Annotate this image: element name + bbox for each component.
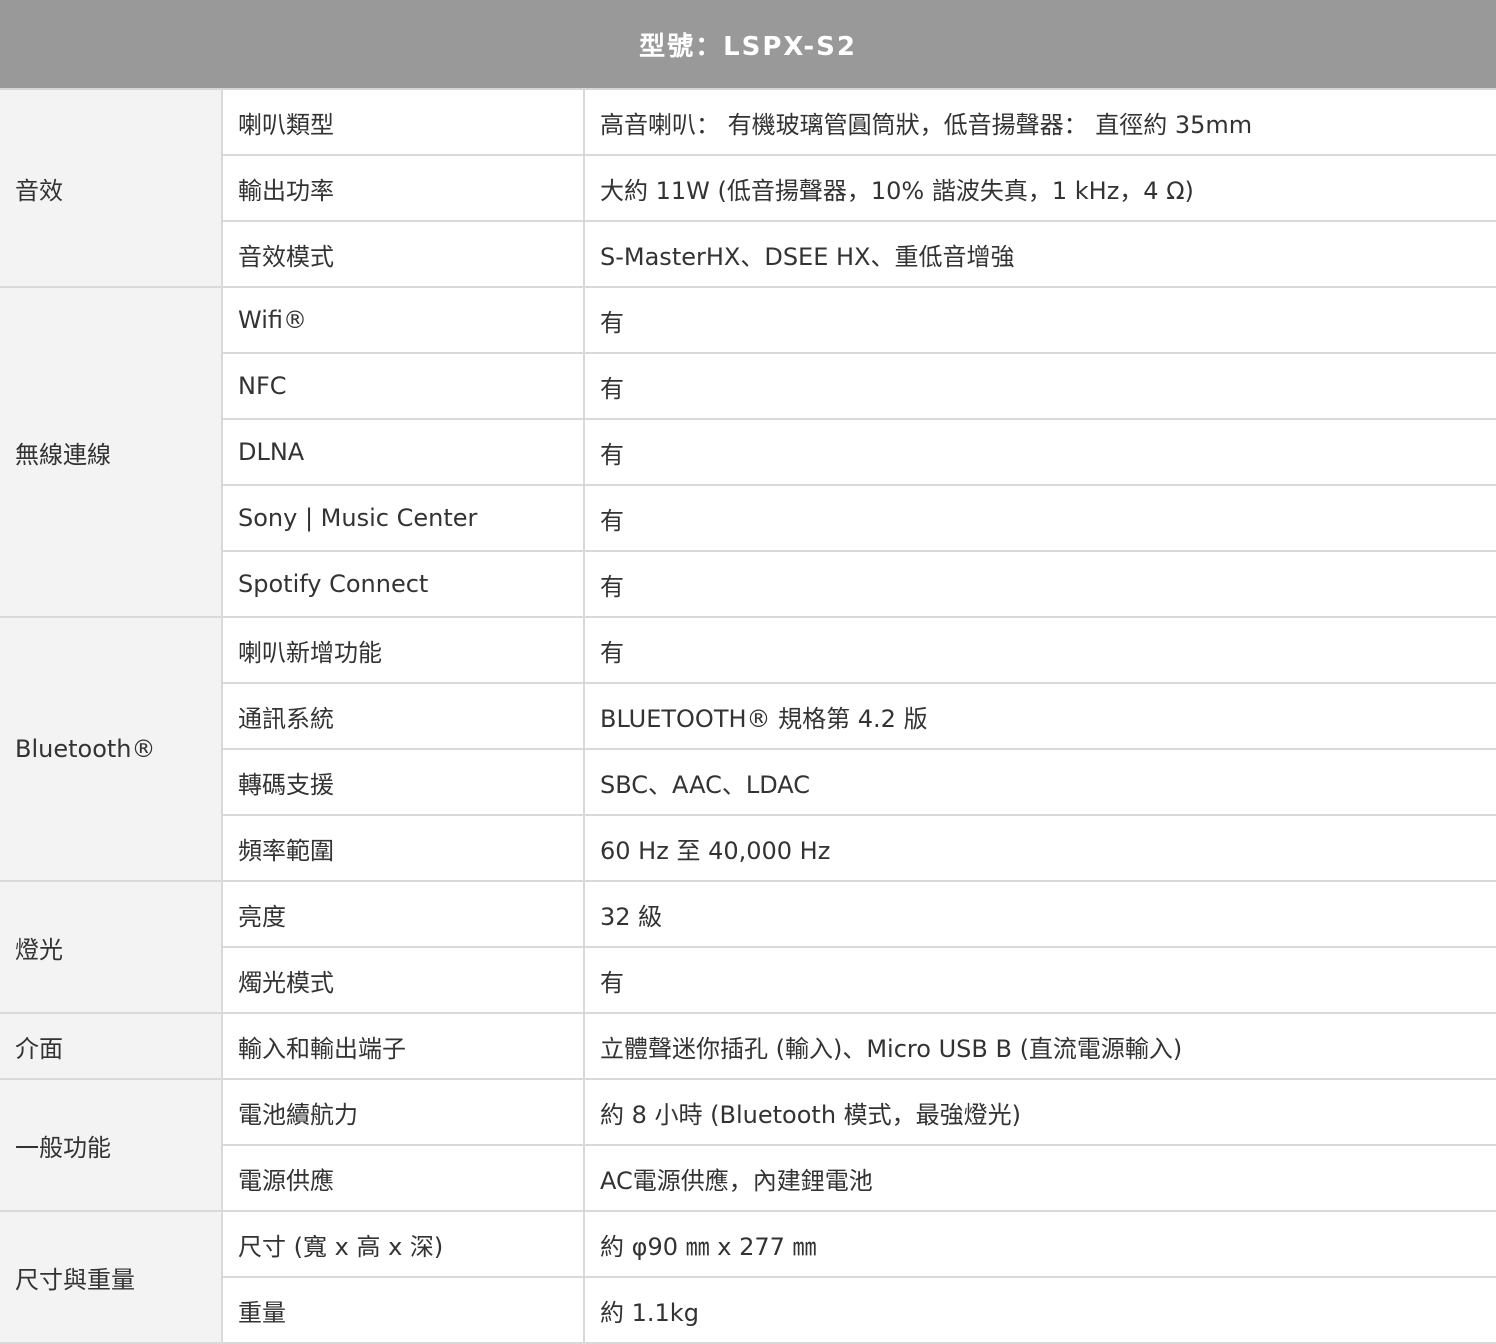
spec-item-label: 燭光模式 xyxy=(222,947,585,1014)
spec-item-label: 通訊系統 xyxy=(222,683,585,750)
spec-item-value: 有 xyxy=(584,617,1496,684)
spec-row: 一般功能 電池續航力約 8 小時 (Bluetooth 模式，最強燈光) xyxy=(0,1079,1496,1212)
spec-item-label: 轉碼支援 xyxy=(222,749,585,816)
spec-body: 音效 喇叭類型 高音喇叭： 有機玻璃管圓筒狀，低音揚聲器： 直徑約 35mm 輸出功率… xyxy=(0,89,1496,1344)
spec-item-value: S-MasterHX、DSEE HX、重低音增強 xyxy=(584,221,1496,288)
spec-row: 重量約 1.1kg xyxy=(0,1277,1496,1344)
spec-row: 音效 喇叭類型 高音喇叭： 有機玻璃管圓筒狀，低音揚聲器： 直徑約 35mm xyxy=(0,89,1496,288)
spec-item-label: 音效模式 xyxy=(222,221,585,288)
model-title: 型號：LSPX-S2 xyxy=(0,0,1496,90)
spec-item-label: Spotify Connect xyxy=(222,551,585,618)
spec-item-value: 有 xyxy=(584,485,1496,552)
spec-row: Sony | Music Center 有 xyxy=(0,485,1496,552)
spec-item-label: 亮度 xyxy=(222,881,585,948)
spec-item-label: 尺寸 (寬 x 高 x 深) xyxy=(222,1211,585,1278)
spec-item-label: 重量 xyxy=(222,1277,585,1344)
spec-item-label: 輸入和輸出端子 xyxy=(222,1013,585,1080)
spec-item-value: AC電源供應，內建鋰電池 xyxy=(584,1145,1496,1212)
spec-row: Bluetooth® 喇叭新增功能有 xyxy=(0,617,1496,882)
category-cell: 燈光 xyxy=(0,881,223,1014)
spec-row: DLNA 有 xyxy=(0,419,1496,486)
spec-item-label: 喇叭新增功能 xyxy=(222,617,585,684)
spec-header-row: 型號：LSPX-S2 xyxy=(0,0,1496,90)
category-cell: 一般功能 xyxy=(0,1079,223,1212)
spec-item-value: 高音喇叭： 有機玻璃管圓筒狀，低音揚聲器： 直徑約 35mm xyxy=(584,89,1496,156)
spec-item-value: SBC、AAC、LDAC xyxy=(584,749,1496,816)
spec-item-label: 輸出功率 xyxy=(222,155,585,222)
spec-item-value: 有 xyxy=(584,419,1496,486)
spec-row: 燭光模式有 xyxy=(0,947,1496,1014)
spec-item-value: 有 xyxy=(584,947,1496,1014)
spec-row: 無線連線 Wifi® 有 xyxy=(0,287,1496,618)
category-cell: 尺寸與重量 xyxy=(0,1211,223,1344)
spec-item-value: 約 φ90 ㎜ x 277 ㎜ xyxy=(584,1211,1496,1278)
spec-row: 頻率範圍 60 Hz 至 40,000 Hz xyxy=(0,815,1496,882)
spec-row: 轉碼支援 SBC、AAC、LDAC xyxy=(0,749,1496,816)
category-cell: 音效 xyxy=(0,89,223,288)
category-cell: 介面 xyxy=(0,1013,223,1080)
spec-item-value: 大約 11W (低音揚聲器，10% 諧波失真，1 kHz，4 Ω) xyxy=(584,155,1496,222)
spec-row: Spotify Connect 有 xyxy=(0,551,1496,618)
spec-item-label: 電池續航力 xyxy=(222,1079,585,1146)
spec-item-value: 32 級 xyxy=(584,881,1496,948)
spec-row: 燈光 亮度 32 級 xyxy=(0,881,1496,1014)
spec-table: 型號：LSPX-S2 音效 喇叭類型 高音喇叭： 有機玻璃管圓筒狀，低音揚聲器： 直… xyxy=(0,0,1496,1344)
spec-row: NFC 有 xyxy=(0,353,1496,420)
spec-item-value: 有 xyxy=(584,287,1496,354)
category-cell: 無線連線 xyxy=(0,287,223,618)
spec-row: 電源供應 AC電源供應，內建鋰電池 xyxy=(0,1145,1496,1212)
spec-row: 音效模式 S-MasterHX、DSEE HX、重低音增強 xyxy=(0,221,1496,288)
spec-item-label: Sony | Music Center xyxy=(222,485,585,552)
spec-item-label: 頻率範圍 xyxy=(222,815,585,882)
spec-item-value: 立體聲迷你插孔 (輸入)、Micro USB B (直流電源輸入) xyxy=(584,1013,1496,1080)
spec-item-label: 電源供應 xyxy=(222,1145,585,1212)
spec-row: 介面 輸入和輸出端子 立體聲迷你插孔 (輸入)、Micro USB B (直流電源輸… xyxy=(0,1013,1496,1080)
spec-item-value: BLUETOOTH® 規格第 4.2 版 xyxy=(584,683,1496,750)
spec-row: 尺寸與重量 尺寸 (寬 x 高 x 深) 約 φ90 ㎜ x 277 ㎜ xyxy=(0,1211,1496,1344)
spec-row: 通訊系統 BLUETOOTH® 規格第 4.2 版 xyxy=(0,683,1496,750)
category-cell: Bluetooth® xyxy=(0,617,223,882)
spec-item-label: DLNA xyxy=(222,419,585,486)
spec-row: 輸出功率 大約 11W (低音揚聲器，10% 諧波失真，1 kHz，4 Ω) xyxy=(0,155,1496,222)
spec-item-value: 60 Hz 至 40,000 Hz xyxy=(584,815,1496,882)
spec-item-value: 有 xyxy=(584,353,1496,420)
spec-item-label: 喇叭類型 xyxy=(222,89,585,156)
spec-item-value: 約 8 小時 (Bluetooth 模式，最強燈光) xyxy=(584,1079,1496,1146)
spec-item-label: Wifi® xyxy=(222,287,585,354)
spec-item-label: NFC xyxy=(222,353,585,420)
spec-item-value: 約 1.1kg xyxy=(584,1277,1496,1344)
spec-item-value: 有 xyxy=(584,551,1496,618)
